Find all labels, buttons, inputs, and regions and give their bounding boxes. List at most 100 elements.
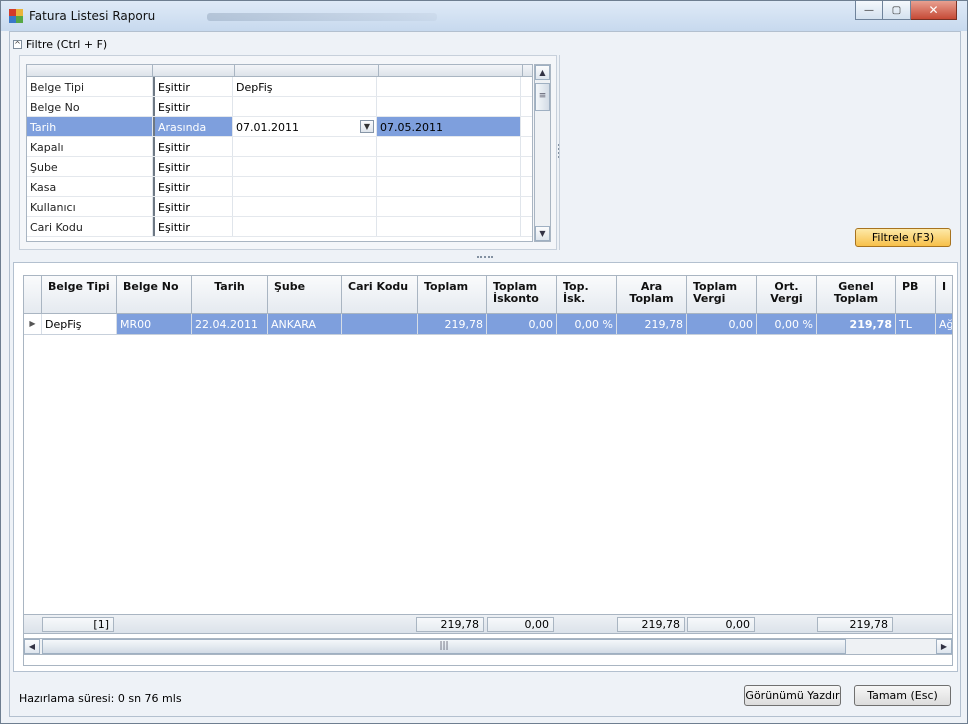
filter-label: Filtre (Ctrl + F) bbox=[26, 37, 108, 51]
cell-pb[interactable]: TL bbox=[896, 314, 936, 334]
col-cari-kodu[interactable]: Cari Kodu bbox=[342, 276, 418, 313]
cell-belge-no[interactable]: MR00 bbox=[117, 314, 192, 334]
filter-operator[interactable]: Eşittir bbox=[153, 97, 233, 116]
filter-scrollbar[interactable]: ▲ ≡ ▼ bbox=[534, 64, 551, 242]
title-bar: Fatura Listesi Raporu — ▢ ✕ bbox=[1, 1, 967, 31]
filter-field: Kullanıcı bbox=[27, 197, 153, 216]
minimize-button[interactable]: — bbox=[855, 1, 883, 20]
footer-toplam: 219,78 bbox=[416, 617, 484, 632]
ok-button[interactable]: Tamam (Esc) bbox=[854, 685, 951, 706]
col-pb[interactable]: PB bbox=[896, 276, 936, 313]
status-text: Hazırlama süresi: 0 sn 76 mls bbox=[19, 692, 182, 705]
filter-value1[interactable] bbox=[233, 137, 377, 156]
maximize-button[interactable]: ▢ bbox=[883, 1, 911, 20]
col-ort-vergi[interactable]: Ort. Vergi bbox=[757, 276, 817, 313]
cell-top-isk[interactable]: 0,00 % bbox=[557, 314, 617, 334]
filter-row[interactable]: Kasa Eşittir bbox=[27, 177, 532, 197]
filter-button[interactable]: Filtrele (F3) bbox=[855, 228, 951, 247]
row-indicator-header bbox=[24, 276, 42, 313]
cell-cari-kodu[interactable] bbox=[342, 314, 418, 334]
cell-cut[interactable]: Ağ bbox=[936, 314, 952, 334]
footer-toplam-vergi: 0,00 bbox=[687, 617, 755, 632]
grid-horizontal-scrollbar[interactable]: ◀ ||| ▶ bbox=[23, 638, 953, 655]
filter-field: Kapalı bbox=[27, 137, 153, 156]
filter-operator[interactable]: Eşittir bbox=[153, 177, 233, 196]
col-cut[interactable]: I bbox=[936, 276, 952, 313]
results-grid: Belge Tipi Belge No Tarih Şube Cari Kodu… bbox=[23, 275, 953, 666]
filter-value1[interactable] bbox=[233, 177, 377, 196]
filter-value1[interactable] bbox=[233, 217, 377, 236]
cell-genel-toplam[interactable]: 219,78 bbox=[817, 314, 896, 334]
cell-sube[interactable]: ANKARA bbox=[268, 314, 342, 334]
date-end-field[interactable]: 07.05.2011 bbox=[377, 117, 521, 136]
window-title: Fatura Listesi Raporu bbox=[29, 9, 156, 23]
cell-toplam-iskonto[interactable]: 0,00 bbox=[487, 314, 557, 334]
print-view-button[interactable]: Görünümü Yazdır bbox=[744, 685, 841, 706]
col-sube[interactable]: Şube bbox=[268, 276, 342, 313]
filter-value2[interactable] bbox=[377, 97, 521, 116]
collapse-icon[interactable]: ^ bbox=[13, 39, 22, 49]
filter-operator[interactable]: Eşittir bbox=[153, 197, 233, 216]
filter-value1[interactable] bbox=[233, 97, 377, 116]
col-toplam-vergi[interactable]: Toplam Vergi bbox=[687, 276, 757, 313]
filter-value2[interactable] bbox=[377, 217, 521, 236]
cell-ara-toplam[interactable]: 219,78 bbox=[617, 314, 687, 334]
horizontal-splitter[interactable] bbox=[10, 254, 960, 262]
col-tarih[interactable]: Tarih bbox=[192, 276, 268, 313]
grid-header: Belge Tipi Belge No Tarih Şube Cari Kodu… bbox=[24, 276, 952, 314]
client-area: ^ Filtre (Ctrl + F) Belge Tipi Eşittir D… bbox=[9, 31, 961, 717]
date-start-value: 07.01.2011 bbox=[236, 121, 299, 134]
cell-toplam[interactable]: 219,78 bbox=[418, 314, 487, 334]
filter-operator[interactable]: Eşittir bbox=[153, 217, 233, 236]
col-belge-no[interactable]: Belge No bbox=[117, 276, 192, 313]
filter-row[interactable]: Şube Eşittir bbox=[27, 157, 532, 177]
filter-operator[interactable]: Eşittir bbox=[153, 77, 233, 96]
filter-row[interactable]: Belge Tipi Eşittir DepFiş bbox=[27, 77, 532, 97]
scroll-right-icon[interactable]: ▶ bbox=[936, 639, 952, 654]
scroll-up-icon[interactable]: ▲ bbox=[535, 65, 550, 80]
filter-row[interactable]: Belge No Eşittir bbox=[27, 97, 532, 117]
table-row[interactable]: ▶ DepFiş MR00 22.04.2011 ANKARA 219,78 0… bbox=[24, 314, 952, 335]
filter-row-selected[interactable]: Tarih Arasında 07.01.2011 ▼ 07.05.2011 bbox=[27, 117, 532, 137]
filter-row[interactable]: Kapalı Eşittir bbox=[27, 137, 532, 157]
results-panel: Belge Tipi Belge No Tarih Şube Cari Kodu… bbox=[13, 262, 958, 672]
filter-operator[interactable]: Eşittir bbox=[153, 157, 233, 176]
filter-grid: Belge Tipi Eşittir DepFiş Belge No Eşitt… bbox=[26, 64, 533, 242]
date-start-field[interactable]: 07.01.2011 ▼ bbox=[233, 117, 377, 136]
footer-count: [1] bbox=[42, 617, 114, 632]
filter-field: Kasa bbox=[27, 177, 153, 196]
close-button[interactable]: ✕ bbox=[911, 1, 957, 20]
cell-toplam-vergi[interactable]: 0,00 bbox=[687, 314, 757, 334]
filter-row[interactable]: Kullanıcı Eşittir bbox=[27, 197, 532, 217]
filter-header[interactable]: ^ Filtre (Ctrl + F) bbox=[13, 36, 107, 52]
filter-value2[interactable] bbox=[377, 157, 521, 176]
scroll-thumb[interactable]: ≡ bbox=[535, 83, 550, 111]
scroll-down-icon[interactable]: ▼ bbox=[535, 226, 550, 241]
col-top-isk[interactable]: Top. İsk. bbox=[557, 276, 617, 313]
cell-belge-tipi[interactable]: DepFiş bbox=[42, 314, 117, 334]
col-genel-toplam[interactable]: Genel Toplam bbox=[817, 276, 896, 313]
filter-value2[interactable] bbox=[377, 77, 521, 96]
row-indicator-icon: ▶ bbox=[24, 314, 42, 334]
filter-value2[interactable] bbox=[377, 197, 521, 216]
filter-value2[interactable] bbox=[377, 177, 521, 196]
chevron-down-icon[interactable]: ▼ bbox=[360, 120, 374, 133]
col-toplam-iskonto[interactable]: Toplam İskonto bbox=[487, 276, 557, 313]
filter-value1[interactable] bbox=[233, 197, 377, 216]
filter-operator[interactable]: Eşittir bbox=[153, 137, 233, 156]
scroll-left-icon[interactable]: ◀ bbox=[24, 639, 40, 654]
scroll-thumb[interactable]: ||| bbox=[42, 639, 846, 654]
cell-ort-vergi[interactable]: 0,00 % bbox=[757, 314, 817, 334]
filter-value1[interactable] bbox=[233, 157, 377, 176]
col-ara-toplam[interactable]: Ara Toplam bbox=[617, 276, 687, 313]
filter-value1[interactable]: DepFiş bbox=[233, 77, 377, 96]
col-toplam[interactable]: Toplam bbox=[418, 276, 487, 313]
footer-toplam-iskonto: 0,00 bbox=[487, 617, 554, 632]
filter-field: Belge No bbox=[27, 97, 153, 116]
filter-value2[interactable] bbox=[377, 137, 521, 156]
cell-tarih[interactable]: 22.04.2011 bbox=[192, 314, 268, 334]
col-belge-tipi[interactable]: Belge Tipi bbox=[42, 276, 117, 313]
app-icon bbox=[9, 9, 23, 23]
filter-row[interactable]: Cari Kodu Eşittir bbox=[27, 217, 532, 237]
filter-operator[interactable]: Arasında bbox=[153, 117, 233, 136]
